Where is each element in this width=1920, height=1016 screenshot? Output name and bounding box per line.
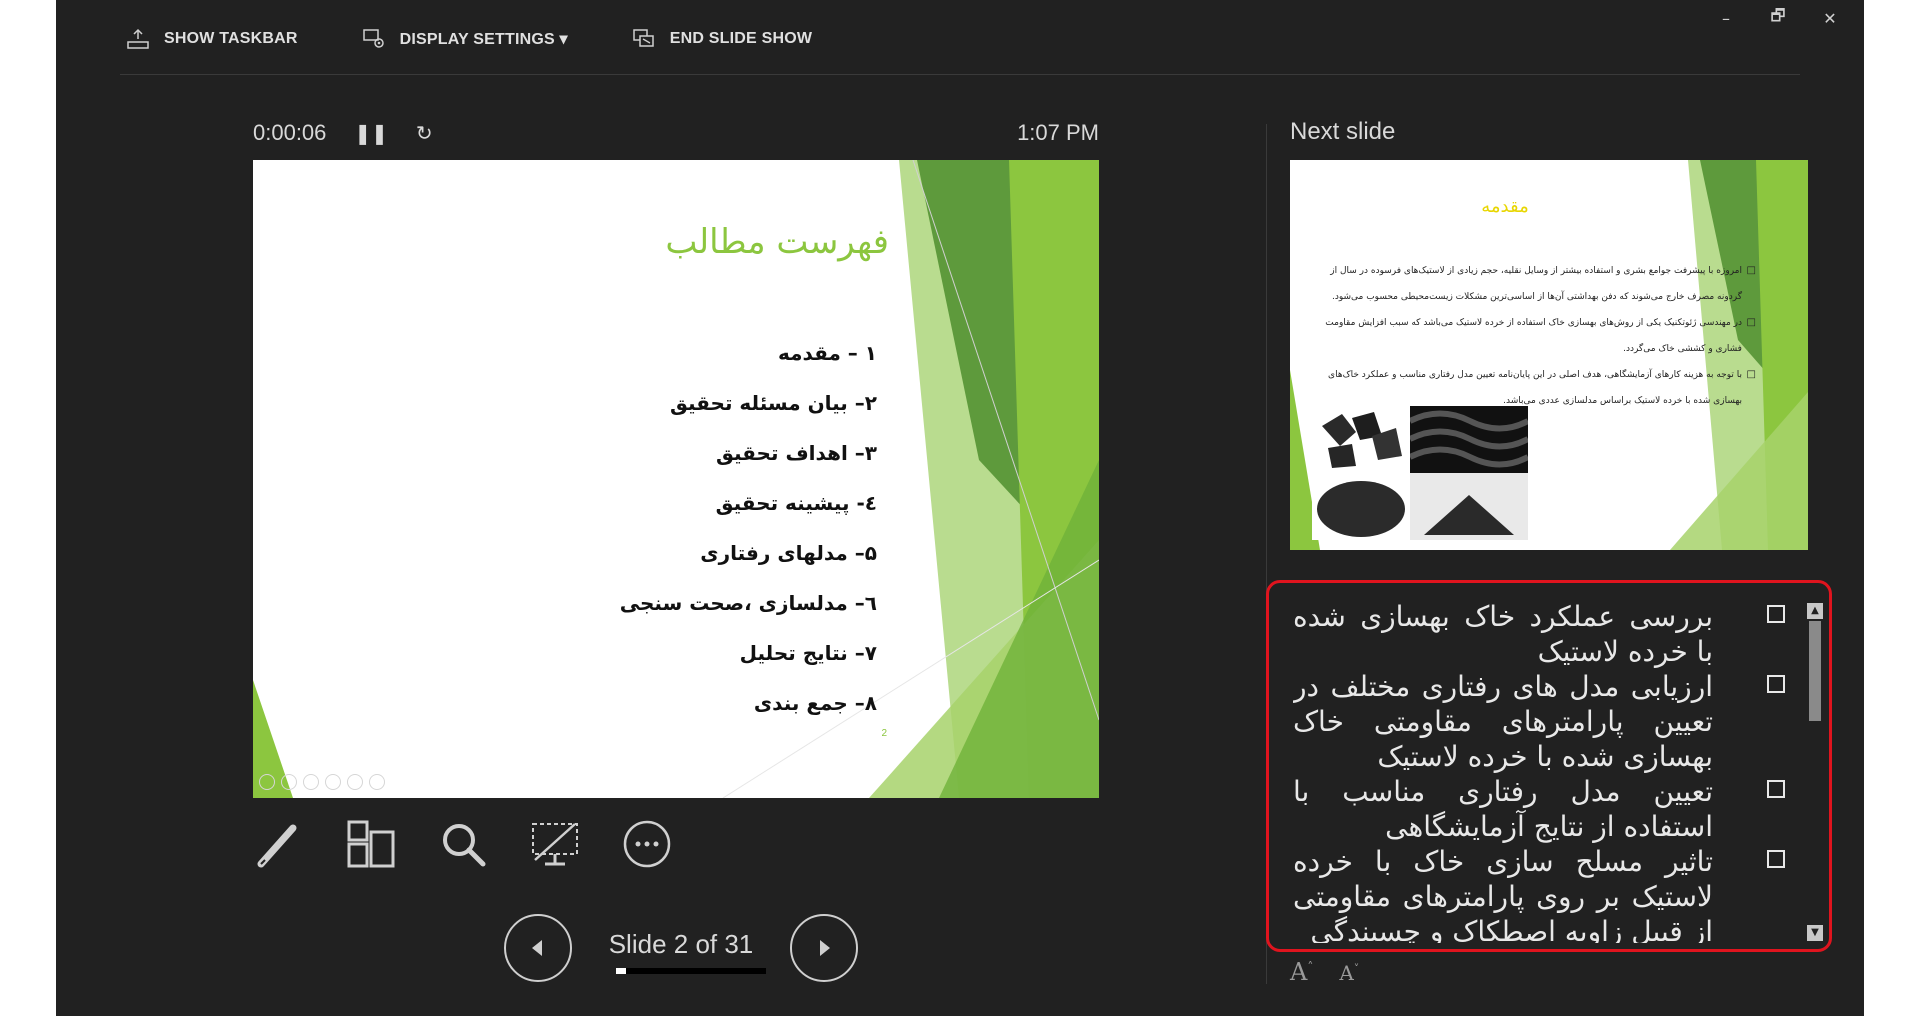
scroll-down-icon[interactable]: ▼	[1807, 925, 1823, 941]
chevron-right-icon	[820, 940, 830, 956]
checkbox-bullet-icon	[1767, 780, 1785, 798]
magnifier-icon	[443, 824, 486, 867]
toc-item: ۲– بیان مسئله تحقیق	[669, 391, 877, 415]
decrease-font-button[interactable]: A˅	[1339, 961, 1359, 985]
mini-next-icon[interactable]	[281, 774, 297, 790]
scroll-thumb[interactable]	[1809, 621, 1821, 721]
display-settings-button[interactable]: DISPLAY SETTINGS ▾	[362, 28, 568, 50]
timer-row: 0:00:06 ❚❚ ↻ 1:07 PM	[253, 118, 1099, 148]
elapsed-timer: 0:00:06	[253, 120, 327, 145]
zoom-button[interactable]	[437, 818, 489, 870]
slide-navigation: Slide 2 of 31	[504, 914, 858, 982]
pen-tool-button[interactable]	[253, 818, 305, 870]
see-all-slides-button[interactable]	[345, 818, 397, 870]
taskbar-icon	[127, 28, 149, 49]
next-slide-title: مقدمه	[1481, 196, 1529, 217]
presenter-tools	[253, 818, 673, 870]
increase-font-icon: A	[1290, 958, 1308, 986]
display-settings-icon	[362, 29, 384, 48]
current-time: 1:07 PM	[1017, 120, 1099, 145]
note-item: بررسی عملکرد خاک بهسازی شده با خرده لاست…	[1293, 600, 1713, 668]
mini-prev-icon[interactable]	[259, 774, 275, 790]
slide-progress-bar	[616, 968, 766, 974]
slide-title: فهرست مطالب	[665, 222, 889, 262]
window-controls: – 🗗 ✕	[1704, 4, 1852, 32]
rubber-powder-image	[1312, 473, 1410, 540]
next-slide-bullets: امروزه با پیشرفت جوامع بشری و استفاده بی…	[1312, 258, 1756, 414]
presenter-view-window: – 🗗 ✕ SHOW TASKBAR DISPLAY SETTINGS ▾ EN…	[56, 0, 1864, 1016]
end-slide-show-label: END SLIDE SHOW	[669, 30, 813, 47]
slides-grid-icon	[347, 820, 395, 868]
slide-progress-fill	[616, 968, 626, 974]
checkbox-bullet-icon	[1767, 675, 1785, 693]
black-screen-button[interactable]	[529, 818, 581, 870]
show-taskbar-button[interactable]: SHOW TASKBAR	[126, 28, 298, 50]
ellipsis-icon	[623, 820, 671, 868]
end-show-icon	[633, 29, 654, 47]
show-taskbar-label: SHOW TASKBAR	[164, 30, 298, 47]
previous-slide-button[interactable]	[504, 914, 572, 982]
mini-more-icon[interactable]	[369, 774, 385, 790]
notes-font-tools: A˄ A˅	[1290, 958, 1359, 986]
note-item: تاثیر مسلح سازی خاک با خرده لاستیک بر رو…	[1293, 845, 1713, 943]
mini-pen-icon[interactable]	[303, 774, 319, 790]
crumb-pile-image	[1410, 473, 1528, 540]
checkbox-bullet-icon	[1767, 850, 1785, 868]
display-settings-label: DISPLAY SETTINGS ▾	[399, 31, 568, 48]
next-slide-images	[1312, 406, 1528, 540]
note-item: تعیین مدل رفتاری مناسب با استفاده از نتا…	[1293, 775, 1713, 843]
next-slide-bullet: در مهندسی ژئوتکنیک یکی از روش‌های بهسازی…	[1312, 310, 1756, 362]
toc-item: ۷– نتایج تحلیل	[739, 641, 877, 665]
toc-item: ۱ – مقدمه	[778, 341, 877, 365]
next-slide-label: Next slide	[1290, 118, 1396, 145]
table-of-contents: ۱ – مقدمه ۲– بیان مسئله تحقیق ۳– اهداف ت…	[457, 328, 877, 728]
mini-zoom-icon[interactable]	[347, 774, 363, 790]
current-slide[interactable]: فهرست مطالب ۱ – مقدمه ۲– بیان مسئله تحقی…	[253, 160, 1099, 798]
next-slide-preview[interactable]: مقدمه امروزه با پیشرفت جوامع بشری و استف…	[1290, 160, 1808, 550]
notes-scrollbar[interactable]: ▲ ▼	[1805, 603, 1825, 941]
rubber-chips-image	[1312, 406, 1410, 473]
pause-icon[interactable]: ❚❚	[354, 121, 388, 145]
slide-counter-label: Slide 2 of 31	[608, 929, 754, 959]
checkbox-bullet-icon	[1767, 605, 1785, 623]
scroll-up-icon[interactable]: ▲	[1807, 603, 1823, 619]
close-button[interactable]: ✕	[1808, 4, 1852, 32]
end-slide-show-button[interactable]: END SLIDE SHOW	[632, 28, 812, 50]
toc-item: ٤- پیشینه تحقیق	[715, 491, 877, 515]
mini-slides-icon[interactable]	[325, 774, 341, 790]
restore-button[interactable]: 🗗	[1756, 4, 1800, 32]
more-options-button[interactable]	[621, 818, 673, 870]
tire-image	[1410, 406, 1528, 473]
toc-item: ۳– اهداف تحقیق	[715, 441, 877, 465]
restart-timer-icon[interactable]: ↻	[416, 121, 433, 145]
pen-icon	[257, 824, 297, 868]
toolbar-divider	[120, 74, 1800, 75]
slide-counter[interactable]: Slide 2 of 31	[572, 914, 790, 982]
toc-item: ۵– مدلهای رفتاری	[700, 541, 877, 565]
decrease-font-icon: A	[1339, 961, 1354, 985]
next-slide-bullet: امروزه با پیشرفت جوامع بشری و استفاده بی…	[1312, 258, 1756, 310]
speaker-notes-text[interactable]: بررسی عملکرد خاک بهسازی شده با خرده لاست…	[1293, 599, 1713, 943]
slide-page-number: 2	[881, 728, 887, 739]
toc-item: ۸– جمع بندی	[753, 691, 877, 715]
speaker-notes-panel[interactable]: بررسی عملکرد خاک بهسازی شده با خرده لاست…	[1266, 580, 1832, 952]
screen-off-icon	[532, 823, 578, 866]
chevron-left-icon	[532, 940, 542, 956]
note-item: ارزیابی مدل های رفتاری مختلف در تعیین پا…	[1293, 670, 1713, 773]
minimize-button[interactable]: –	[1704, 4, 1748, 32]
presenter-toolbar: SHOW TASKBAR DISPLAY SETTINGS ▾ END SLID…	[126, 28, 812, 50]
toc-item: ٦– مدلسازی ،صحت سنجی	[619, 591, 877, 615]
slide-mini-toolbar	[259, 774, 385, 790]
increase-font-button[interactable]: A˄	[1290, 958, 1313, 986]
next-slide-button[interactable]	[790, 914, 858, 982]
